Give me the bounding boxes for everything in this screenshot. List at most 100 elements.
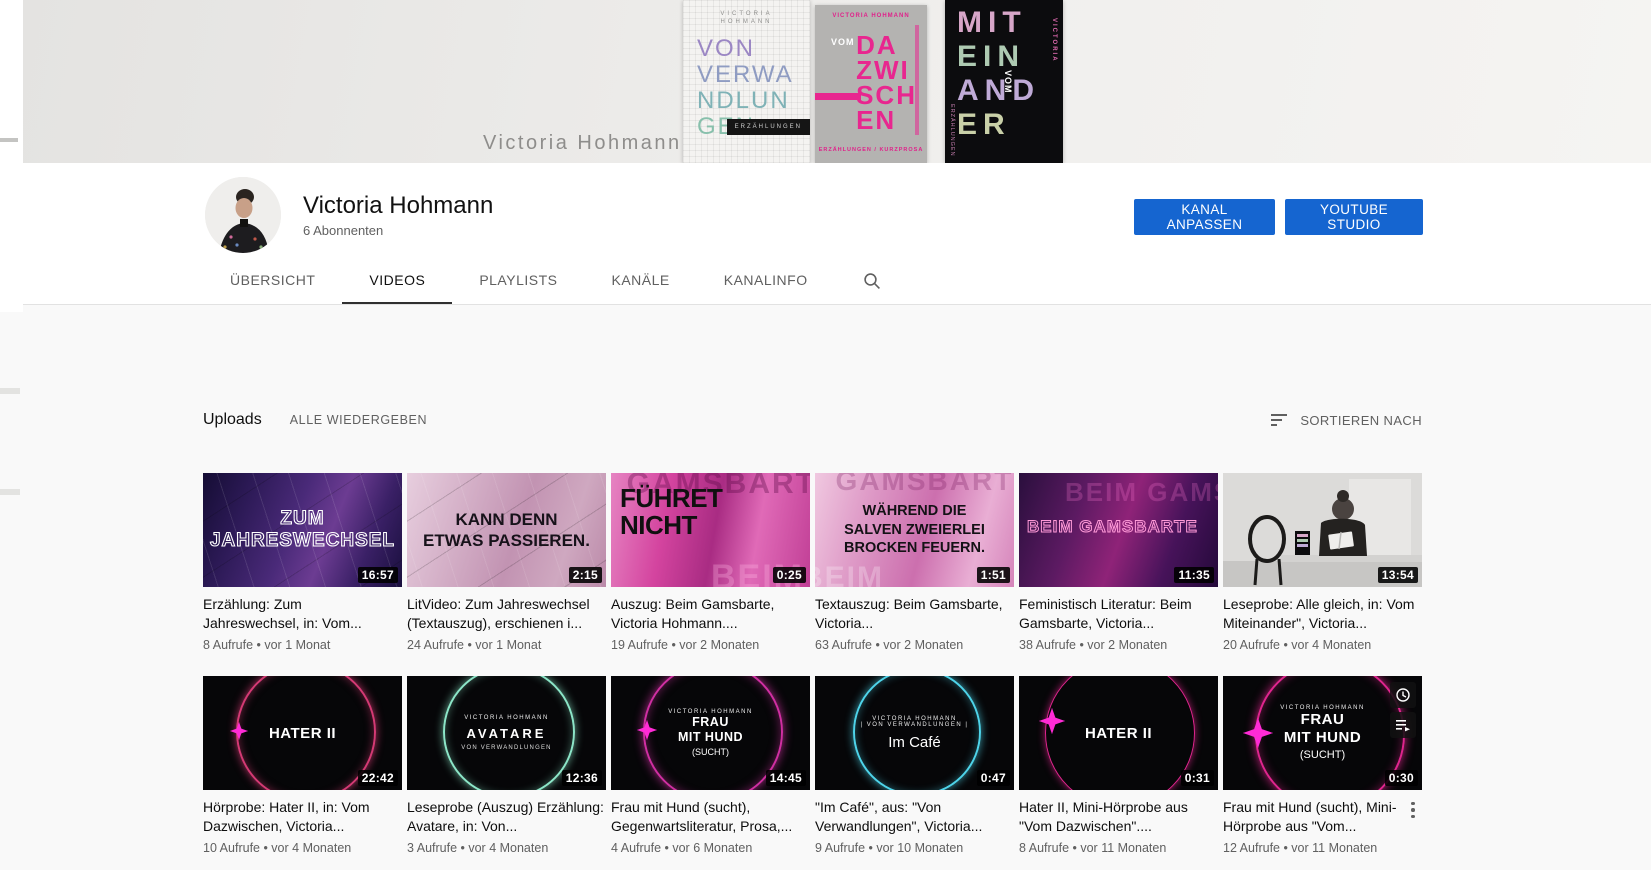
book-author: VICTORIA bbox=[1051, 18, 1057, 63]
video-title[interactable]: LitVideo: Zum Jahreswechsel (Textauszug)… bbox=[407, 595, 606, 633]
book-title-line: NDLUN bbox=[697, 87, 790, 114]
sort-label: SORTIEREN NACH bbox=[1300, 412, 1422, 428]
video-title[interactable]: Feministisch Literatur: Beim Gamsbarte, … bbox=[1019, 595, 1218, 633]
duration-badge: 22:42 bbox=[357, 770, 398, 786]
video-title[interactable]: Leseprobe (Auszug) Erzählung: Avatare, i… bbox=[407, 798, 606, 836]
sort-button[interactable]: SORTIEREN NACH bbox=[1271, 413, 1422, 428]
book-author: VICTORIA HOHMANN bbox=[683, 10, 810, 26]
thumbnail-text-line: MIT HUND bbox=[677, 730, 744, 744]
video-thumbnail[interactable]: 13:54 bbox=[1223, 473, 1422, 587]
thumbnail-text-line: BROCKEN FEUERN. bbox=[844, 540, 985, 557]
video-title[interactable]: Erzählung: Zum Jahreswechsel, in: Vom... bbox=[203, 595, 402, 633]
banner-channel-name: Victoria Hohmann bbox=[483, 132, 682, 154]
video-card: BEIM GAMSBARTE BEIM GAMSBARTE 11:35 Femi… bbox=[1019, 473, 1218, 652]
video-meta: 38 Aufrufe • vor 2 Monaten bbox=[1019, 638, 1168, 652]
thumbnail-text-line: (SUCHT) bbox=[692, 747, 729, 757]
video-thumbnail[interactable]: VICTORIA HOHMANN AVATARE VON VERWANDLUNG… bbox=[407, 676, 606, 790]
kebab-icon bbox=[1411, 808, 1415, 812]
youtube-studio-button[interactable]: YOUTUBE STUDIO bbox=[1285, 199, 1423, 235]
channel-name: Victoria Hohmann bbox=[303, 192, 494, 219]
video-thumbnail[interactable]: GAMSBARTE BEIM WÄHREND DIE SALVEN ZWEIER… bbox=[815, 473, 1014, 587]
video-title[interactable]: Hörprobe: Hater II, in: Vom Dazwischen, … bbox=[203, 798, 402, 836]
video-thumbnail[interactable]: HATER II 0:31 bbox=[1019, 676, 1218, 790]
video-thumbnail[interactable]: HATER II 22:42 bbox=[203, 676, 402, 790]
thumbnail-text-line: HATER II bbox=[1084, 724, 1153, 742]
video-meta: 24 Aufrufe • vor 1 Monat bbox=[407, 638, 542, 652]
thumbnail-text-line: ZUM JAHRESWECHSEL bbox=[209, 507, 396, 551]
tab-kanaele[interactable]: KANÄLE bbox=[584, 257, 696, 305]
customize-channel-button[interactable]: KANAL ANPASSEN bbox=[1134, 199, 1275, 235]
book-title-line: EIN bbox=[957, 40, 1026, 73]
thumbnail-bg-word: BEIM GAMSBARTE bbox=[1065, 477, 1218, 507]
uploads-title: Uploads bbox=[203, 411, 262, 428]
video-card: VICTORIA HOHMANN | VON VERWANDLUNGEN | I… bbox=[815, 676, 1014, 855]
video-title[interactable]: Textauszug: Beim Gamsbarte, Victoria... bbox=[815, 595, 1014, 633]
thumbnail-text-line: FRAU bbox=[1300, 711, 1345, 728]
video-card: VICTORIA HOHMANN AVATARE VON VERWANDLUNG… bbox=[407, 676, 606, 855]
video-card: 13:54 Leseprobe: Alle gleich, in: Vom Mi… bbox=[1223, 473, 1422, 652]
video-thumbnail[interactable]: KANN DENN ETWAS PASSIEREN. 2:15 bbox=[407, 473, 606, 587]
thumbnail-text-line: BEIM GAMSBARTE bbox=[1027, 517, 1198, 537]
banner-book-cover-vom-dazwischen: VICTORIA HOHMANN VOM DA ZWI SCH EN ERZÄH… bbox=[815, 5, 927, 163]
playlist-add-icon bbox=[1396, 720, 1410, 732]
duration-badge: 14:45 bbox=[765, 770, 806, 786]
book-title-prefix: VOM bbox=[831, 37, 855, 47]
video-thumbnail[interactable]: VICTORIA HOHMANN | VON VERWANDLUNGEN | I… bbox=[815, 676, 1014, 790]
tab-uebersicht[interactable]: ÜBERSICHT bbox=[203, 257, 342, 305]
video-thumbnail[interactable]: BEIM GAMSBARTE BEIM GAMSBARTE 11:35 bbox=[1019, 473, 1218, 587]
video-card: ZUM JAHRESWECHSEL 16:57 Erzählung: Zum J… bbox=[203, 473, 402, 652]
kebab-icon bbox=[1411, 814, 1415, 819]
book-title-line: MIT bbox=[957, 6, 1027, 39]
search-icon bbox=[863, 273, 880, 289]
video-title[interactable]: Frau mit Hund (sucht), Gegenwartsliterat… bbox=[611, 798, 810, 836]
video-menu-button[interactable] bbox=[1404, 798, 1422, 822]
video-meta: 10 Aufrufe • vor 4 Monaten bbox=[203, 841, 352, 855]
video-card: KANN DENN ETWAS PASSIEREN. 2:15 LitVideo… bbox=[407, 473, 606, 652]
book-title-line: VERWA bbox=[697, 61, 794, 88]
add-to-queue-icon[interactable] bbox=[1390, 712, 1416, 738]
video-title[interactable]: Leseprobe: Alle gleich, in: Vom Miteinan… bbox=[1223, 595, 1422, 633]
thumbnail-text-line: VICTORIA HOHMANN bbox=[464, 715, 549, 721]
book-genre-tag: ERZÄHLUNGEN bbox=[949, 104, 955, 157]
video-thumbnail[interactable]: VICTORIA HOHMANN FRAU MIT HUND (SUCHT) 1… bbox=[611, 676, 810, 790]
thumbnail-text-line: HATER II bbox=[268, 724, 337, 742]
duration-badge: 0:31 bbox=[1180, 770, 1214, 786]
banner-book-cover-vom-miteinander: MIT EIN AND ER VICTORIA VOM ERZÄHLUNGEN bbox=[945, 0, 1063, 163]
video-thumbnail[interactable]: VICTORIA HOHMANN FRAU MIT HUND (SUCHT) 0… bbox=[1223, 676, 1422, 790]
video-title[interactable]: Auszug: Beim Gamsbarte, Victoria Hohmann… bbox=[611, 595, 810, 633]
video-meta: 9 Aufrufe • vor 10 Monaten bbox=[815, 841, 964, 855]
video-card: VICTORIA HOHMANN FRAU MIT HUND (SUCHT) 1… bbox=[611, 676, 810, 855]
video-thumbnail[interactable]: GAMSBARTE BEIM FÜHRET NICHT 0:25 bbox=[611, 473, 810, 587]
channel-search-icon[interactable] bbox=[849, 257, 895, 305]
video-title[interactable]: "Im Café", aus: "Von Verwandlungen", Vic… bbox=[815, 798, 1014, 836]
window-left-edge bbox=[0, 0, 23, 312]
avatar-portrait bbox=[205, 177, 281, 253]
watch-later-icon[interactable] bbox=[1390, 682, 1416, 708]
channel-banner: Victoria Hohmann VICTORIA HOHMANN VON VE… bbox=[23, 0, 1651, 163]
duration-badge: 11:35 bbox=[1174, 567, 1214, 583]
video-meta: 19 Aufrufe • vor 2 Monaten bbox=[611, 638, 760, 652]
video-thumbnail[interactable]: ZUM JAHRESWECHSEL 16:57 bbox=[203, 473, 402, 587]
thumbnail-text-line: Im Café bbox=[888, 733, 941, 751]
thumbnail-text: FÜHRET NICHT bbox=[620, 485, 723, 540]
video-card: VICTORIA HOHMANN FRAU MIT HUND (SUCHT) 0… bbox=[1223, 676, 1422, 855]
duration-badge: 2:15 bbox=[568, 567, 602, 583]
video-title[interactable]: Frau mit Hund (sucht), Mini-Hörprobe aus… bbox=[1223, 798, 1402, 836]
channel-header: Victoria Hohmann 6 Abonnenten KANAL ANPA… bbox=[0, 163, 1651, 305]
tab-playlists[interactable]: PLAYLISTS bbox=[452, 257, 584, 305]
thumbnail-text-line: NICHT bbox=[620, 510, 697, 540]
thumbnail-text-line: (SUCHT) bbox=[1299, 749, 1346, 761]
thumbnail-text-line: ETWAS PASSIEREN. bbox=[423, 531, 590, 550]
video-title[interactable]: Hater II, Mini-Hörprobe aus "Vom Dazwisc… bbox=[1019, 798, 1218, 836]
edge-mark bbox=[0, 489, 20, 495]
duration-badge: 13:54 bbox=[1377, 567, 1418, 583]
kebab-icon bbox=[1411, 801, 1415, 806]
play-all-link[interactable]: ALLE WIEDERGEBEN bbox=[290, 413, 427, 427]
sort-icon bbox=[1271, 414, 1288, 426]
tab-kanalinfo[interactable]: KANALINFO bbox=[697, 257, 835, 305]
book-author: VICTORIA HOHMANN bbox=[832, 13, 910, 19]
book-title-line: EN bbox=[856, 105, 897, 135]
cover-accent-bar bbox=[815, 93, 861, 100]
video-meta: 3 Aufrufe • vor 4 Monaten bbox=[407, 841, 549, 855]
tab-videos[interactable]: VIDEOS bbox=[342, 257, 453, 305]
